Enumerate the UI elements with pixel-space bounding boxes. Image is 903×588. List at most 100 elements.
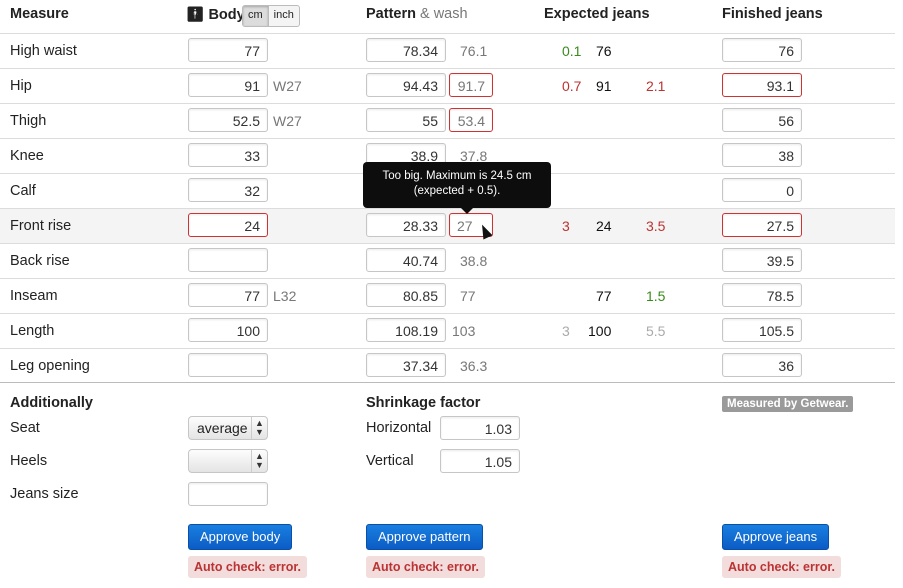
expected-value: 76 xyxy=(596,43,612,59)
row-label: High waist xyxy=(10,43,77,59)
row-label: Front rise xyxy=(10,218,72,234)
pattern-input[interactable]: 78.34 xyxy=(366,38,446,62)
body-input[interactable]: 52.5 xyxy=(188,108,268,132)
measured-by-badge[interactable]: Measured by Getwear. xyxy=(722,396,854,412)
updown-arrows-icon: ▲ ▼ xyxy=(251,417,267,439)
row-thigh: Thigh 52.5 W27 55 53.4 56 xyxy=(0,103,895,139)
unit-toggle[interactable]: cm inch xyxy=(242,5,300,27)
finished-input[interactable]: 76 xyxy=(722,38,802,62)
body-note: L32 xyxy=(273,288,297,304)
expected-ease-low: 0.7 xyxy=(562,78,582,94)
header-finished: Finished jeans xyxy=(722,6,823,22)
approve-pattern-button[interactable]: Approve pattern xyxy=(366,524,483,550)
row-label: Calf xyxy=(10,183,36,199)
finished-input[interactable]: 38 xyxy=(722,143,802,167)
expected-ease-high: 1.5 xyxy=(646,288,666,304)
expected-value: 91 xyxy=(596,78,612,94)
header-body: 🚹︎ Body xyxy=(186,6,245,23)
pattern-calc-error[interactable]: 91.7 xyxy=(449,73,493,97)
expected-ease-low: 3 xyxy=(562,218,570,234)
heels-label: Heels xyxy=(10,453,48,469)
row-leg-opening: Leg opening 37.34 36.3 36 xyxy=(0,348,895,384)
row-label: Back rise xyxy=(10,253,70,269)
seat-select[interactable]: average ▲ ▼ xyxy=(188,416,268,440)
header-pattern-suffix: & wash xyxy=(420,6,468,22)
unit-inch-button[interactable]: inch xyxy=(267,6,299,26)
updown-arrows-icon: ▲ ▼ xyxy=(251,450,267,472)
pattern-input[interactable]: 28.33 xyxy=(366,213,446,237)
row-length: Length 100 108.19 103 3 100 5.5 105.5 xyxy=(0,313,895,349)
jeans-size-input[interactable] xyxy=(188,482,268,506)
pattern-calc: 103 xyxy=(452,323,476,339)
body-input[interactable]: 91 xyxy=(188,73,268,97)
finished-input[interactable]: 27.5 xyxy=(722,213,802,237)
expected-value: 100 xyxy=(588,323,612,339)
row-label: Length xyxy=(10,323,55,339)
expected-ease-high: 3.5 xyxy=(646,218,666,234)
body-note: W27 xyxy=(273,78,302,94)
expected-ease-low: 3 xyxy=(562,323,570,339)
jeans-size-label: Jeans size xyxy=(10,486,79,502)
pattern-calc: 76.1 xyxy=(460,43,488,59)
person-icon: 🚹︎ xyxy=(186,7,205,23)
finished-input[interactable]: 78.5 xyxy=(722,283,802,307)
body-input[interactable] xyxy=(188,353,268,377)
body-input[interactable]: 24 xyxy=(188,213,268,237)
header-body-label: Body xyxy=(208,7,245,23)
body-input[interactable]: 77 xyxy=(188,38,268,62)
row-high-waist: High waist 77 78.34 76.1 0.1 76 76 xyxy=(0,33,895,69)
finished-input[interactable]: 36 xyxy=(722,353,802,377)
pattern-input[interactable]: 94.43 xyxy=(366,73,446,97)
heels-select[interactable]: ▲ ▼ xyxy=(188,449,268,473)
header-pattern: Pattern & wash xyxy=(366,6,468,22)
approve-jeans-button[interactable]: Approve jeans xyxy=(722,524,830,550)
finished-input[interactable]: 56 xyxy=(722,108,802,132)
header-measure: Measure xyxy=(10,6,69,22)
auto-check-error-jeans: Auto check: error. xyxy=(722,556,841,578)
expected-ease-high: 5.5 xyxy=(646,323,666,339)
expected-value: 77 xyxy=(596,288,612,304)
pattern-calc-error[interactable]: 53.4 xyxy=(449,108,493,132)
pattern-input[interactable]: 37.34 xyxy=(366,353,446,377)
pattern-calc: 77 xyxy=(460,288,476,304)
pattern-input[interactable]: 40.74 xyxy=(366,248,446,272)
finished-input[interactable]: 0 xyxy=(722,178,802,202)
row-label: Thigh xyxy=(10,113,47,129)
header-expected: Expected jeans xyxy=(544,6,650,22)
row-label: Leg opening xyxy=(10,358,90,374)
expected-value: 24 xyxy=(596,218,612,234)
pattern-input[interactable]: 108.19 xyxy=(366,318,446,342)
body-input[interactable]: 77 xyxy=(188,283,268,307)
row-hip: Hip 91 W27 94.43 91.7 0.7 91 2.1 93.1 xyxy=(0,68,895,104)
body-input[interactable]: 33 xyxy=(188,143,268,167)
row-inseam: Inseam 77 L32 80.85 77 77 1.5 78.5 xyxy=(0,278,895,314)
pattern-calc: 38.8 xyxy=(460,253,488,269)
finished-input[interactable]: 39.5 xyxy=(722,248,802,272)
auto-check-error-pattern: Auto check: error. xyxy=(366,556,485,578)
unit-cm-button[interactable]: cm xyxy=(243,6,268,26)
horizontal-label: Horizontal xyxy=(366,420,432,436)
seat-label: Seat xyxy=(10,420,40,436)
expected-ease-high: 2.1 xyxy=(646,78,666,94)
finished-input[interactable]: 93.1 xyxy=(722,73,802,97)
vertical-input[interactable]: 1.05 xyxy=(440,449,520,473)
auto-check-error-body: Auto check: error. xyxy=(188,556,307,578)
finished-input[interactable]: 105.5 xyxy=(722,318,802,342)
pattern-input[interactable]: 55 xyxy=(366,108,446,132)
row-label: Knee xyxy=(10,148,44,164)
row-back-rise: Back rise 40.74 38.8 39.5 xyxy=(0,243,895,279)
pattern-input[interactable]: 80.85 xyxy=(366,283,446,307)
body-input[interactable]: 100 xyxy=(188,318,268,342)
header-pattern-label: Pattern xyxy=(366,6,416,22)
approve-body-button[interactable]: Approve body xyxy=(188,524,293,550)
vertical-label: Vertical xyxy=(366,453,414,469)
row-label: Inseam xyxy=(10,288,58,304)
horizontal-input[interactable]: 1.03 xyxy=(440,416,520,440)
body-note: W27 xyxy=(273,113,302,129)
body-input[interactable]: 32 xyxy=(188,178,268,202)
additionally-title: Additionally xyxy=(10,395,93,411)
body-input[interactable] xyxy=(188,248,268,272)
row-label: Hip xyxy=(10,78,32,94)
section-divider xyxy=(0,382,895,383)
seat-select-value: average xyxy=(197,420,248,436)
